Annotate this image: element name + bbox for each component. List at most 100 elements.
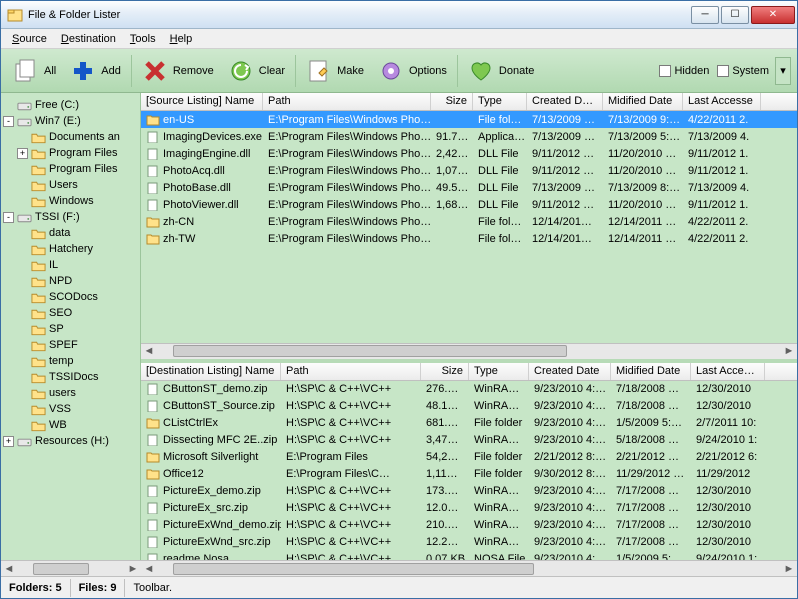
all-button[interactable]: All [7, 55, 62, 87]
tree-node[interactable]: SP [3, 321, 138, 337]
remove-button[interactable]: Remove [136, 55, 220, 87]
tree-node[interactable]: SCODocs [3, 289, 138, 305]
list-row[interactable]: PictureEx_demo.zipH:\SP\C & C++\VC++173.… [141, 483, 797, 500]
clear-button[interactable]: Clear [222, 55, 291, 87]
tree-node[interactable]: Users [3, 177, 138, 193]
list-row[interactable]: zh-TWE:\Program Files\Windows Pho…File f… [141, 230, 797, 247]
close-button[interactable]: ✕ [751, 6, 795, 24]
cell: 210.… [421, 518, 469, 532]
expand-icon[interactable]: + [17, 148, 28, 159]
add-button[interactable]: Add [64, 55, 127, 87]
cell: 9/23/2010 4:… [529, 416, 611, 430]
minimize-button[interactable]: ─ [691, 6, 719, 24]
tree-node[interactable]: +Resources (H:) [3, 433, 138, 449]
cell: 12/30/2010 [691, 501, 765, 515]
list-row[interactable]: ImagingDevices.exeE:\Program Files\Windo… [141, 128, 797, 145]
tree-node[interactable]: -TSSI (F:) [3, 209, 138, 225]
options-button[interactable]: Options [372, 55, 453, 87]
expand-icon[interactable]: - [3, 116, 14, 127]
cell: H:\SP\C & C++\VC++ [281, 484, 421, 498]
hidden-checkbox[interactable]: Hidden [659, 65, 709, 77]
menu-help[interactable]: Help [163, 31, 200, 47]
column-header[interactable]: Created Date [529, 363, 611, 380]
list-row[interactable]: zh-CNE:\Program Files\Windows Pho…File f… [141, 213, 797, 230]
tree-node[interactable]: temp [3, 353, 138, 369]
tree-node[interactable]: +Program Files [3, 145, 138, 161]
column-header[interactable]: Size [421, 363, 469, 380]
list-row[interactable]: PictureExWnd_src.zipH:\SP\C & C++\VC++12… [141, 534, 797, 551]
tree-node[interactable]: IL [3, 257, 138, 273]
cell: 4/22/2011 2. [683, 215, 761, 229]
cell [431, 238, 473, 240]
menu-destination[interactable]: Destination [54, 31, 123, 47]
tree-node[interactable]: Free (C:) [3, 97, 138, 113]
list-row[interactable]: PhotoBase.dllE:\Program Files\Windows Ph… [141, 179, 797, 196]
cell: E:\Program Files\Windows Pho… [263, 215, 431, 229]
list-row[interactable]: readme.NosaH:\SP\C & C++\VC++0.07 KBNOSA… [141, 551, 797, 560]
cell: H:\SP\C & C++\VC++ [281, 433, 421, 447]
system-checkbox[interactable]: System [717, 65, 769, 77]
column-header[interactable]: Midified Date [603, 93, 683, 110]
dest-hscroll[interactable]: ◄► [141, 560, 797, 576]
tree-node[interactable]: Program Files [3, 161, 138, 177]
tree-node[interactable]: TSSIDocs [3, 369, 138, 385]
tree-node[interactable]: VSS [3, 401, 138, 417]
list-row[interactable]: CButtonST_Source.zipH:\SP\C & C++\VC++48… [141, 398, 797, 415]
tree-hscroll[interactable]: ◄► [1, 560, 141, 576]
list-row[interactable]: Dissecting MFC 2E..zipH:\SP\C & C++\VC++… [141, 432, 797, 449]
tree-node[interactable]: SEO [3, 305, 138, 321]
list-row[interactable]: PictureEx_src.zipH:\SP\C & C++\VC++12.0…… [141, 500, 797, 517]
make-button[interactable]: Make [300, 55, 370, 87]
column-header[interactable]: [Destination Listing] Name [141, 363, 281, 380]
column-header[interactable]: Path [263, 93, 431, 110]
expand-icon[interactable]: - [3, 212, 14, 223]
list-row[interactable]: Office12E:\Program Files\C…1,11…File fol… [141, 466, 797, 483]
tree-node[interactable]: data [3, 225, 138, 241]
cell: H:\SP\C & C++\VC++ [281, 416, 421, 430]
donate-button[interactable]: Donate [462, 55, 540, 87]
tree-node[interactable]: users [3, 385, 138, 401]
overflow-button[interactable]: ▾ [775, 57, 791, 85]
list-row[interactable]: PhotoViewer.dllE:\Program Files\Windows … [141, 196, 797, 213]
menu-source[interactable]: Source [5, 31, 54, 47]
source-header[interactable]: [Source Listing] NamePathSizeTypeCreated… [141, 93, 797, 111]
list-row[interactable]: en-USE:\Program Files\Windows Pho…File f… [141, 111, 797, 128]
tree-node[interactable]: SPEF [3, 337, 138, 353]
tree-node[interactable]: Windows [3, 193, 138, 209]
tree-label: IL [49, 259, 58, 271]
list-row[interactable]: PictureExWnd_demo.zipH:\SP\C & C++\VC++2… [141, 517, 797, 534]
cell: Applica… [473, 130, 527, 144]
column-header[interactable]: Last Accesse [683, 93, 761, 110]
list-row[interactable]: CListCtrlExH:\SP\C & C++\VC++681.…File f… [141, 415, 797, 432]
column-header[interactable]: Created Date [527, 93, 603, 110]
tree-node[interactable]: NPD [3, 273, 138, 289]
column-header[interactable]: Path [281, 363, 421, 380]
source-hscroll[interactable]: ◄► [141, 343, 797, 359]
folder-tree[interactable]: Free (C:)-Win7 (E:)Documents an+Program … [1, 93, 141, 576]
tree-node[interactable]: WB [3, 417, 138, 433]
cell: 2/7/2011 10: [691, 416, 765, 430]
tree-node[interactable]: Hatchery [3, 241, 138, 257]
source-body[interactable]: en-USE:\Program Files\Windows Pho…File f… [141, 111, 797, 343]
maximize-button[interactable]: ☐ [721, 6, 749, 24]
column-header[interactable]: Last Accesse. [691, 363, 765, 380]
tree-label: data [49, 227, 70, 239]
column-header[interactable]: Type [469, 363, 529, 380]
tree-node[interactable]: -Win7 (E:) [3, 113, 138, 129]
column-header[interactable]: [Source Listing] Name [141, 93, 263, 110]
cell: PhotoBase.dll [141, 181, 263, 195]
list-row[interactable]: PhotoAcq.dllE:\Program Files\Windows Pho… [141, 162, 797, 179]
expand-icon[interactable]: + [3, 436, 14, 447]
dest-body[interactable]: CButtonST_demo.zipH:\SP\C & C++\VC++276.… [141, 381, 797, 560]
menu-tools[interactable]: Tools [123, 31, 163, 47]
list-row[interactable]: CButtonST_demo.zipH:\SP\C & C++\VC++276.… [141, 381, 797, 398]
list-row[interactable]: ImagingEngine.dllE:\Program Files\Window… [141, 145, 797, 162]
list-row[interactable]: Microsoft SilverlightE:\Program Files54,… [141, 449, 797, 466]
column-header[interactable]: Type [473, 93, 527, 110]
column-header[interactable]: Size [431, 93, 473, 110]
tree-node[interactable]: Documents an [3, 129, 138, 145]
dest-header[interactable]: [Destination Listing] NamePathSizeTypeCr… [141, 363, 797, 381]
column-header[interactable]: Midified Date [611, 363, 691, 380]
cell: File fol… [473, 113, 527, 127]
separator [131, 55, 132, 87]
